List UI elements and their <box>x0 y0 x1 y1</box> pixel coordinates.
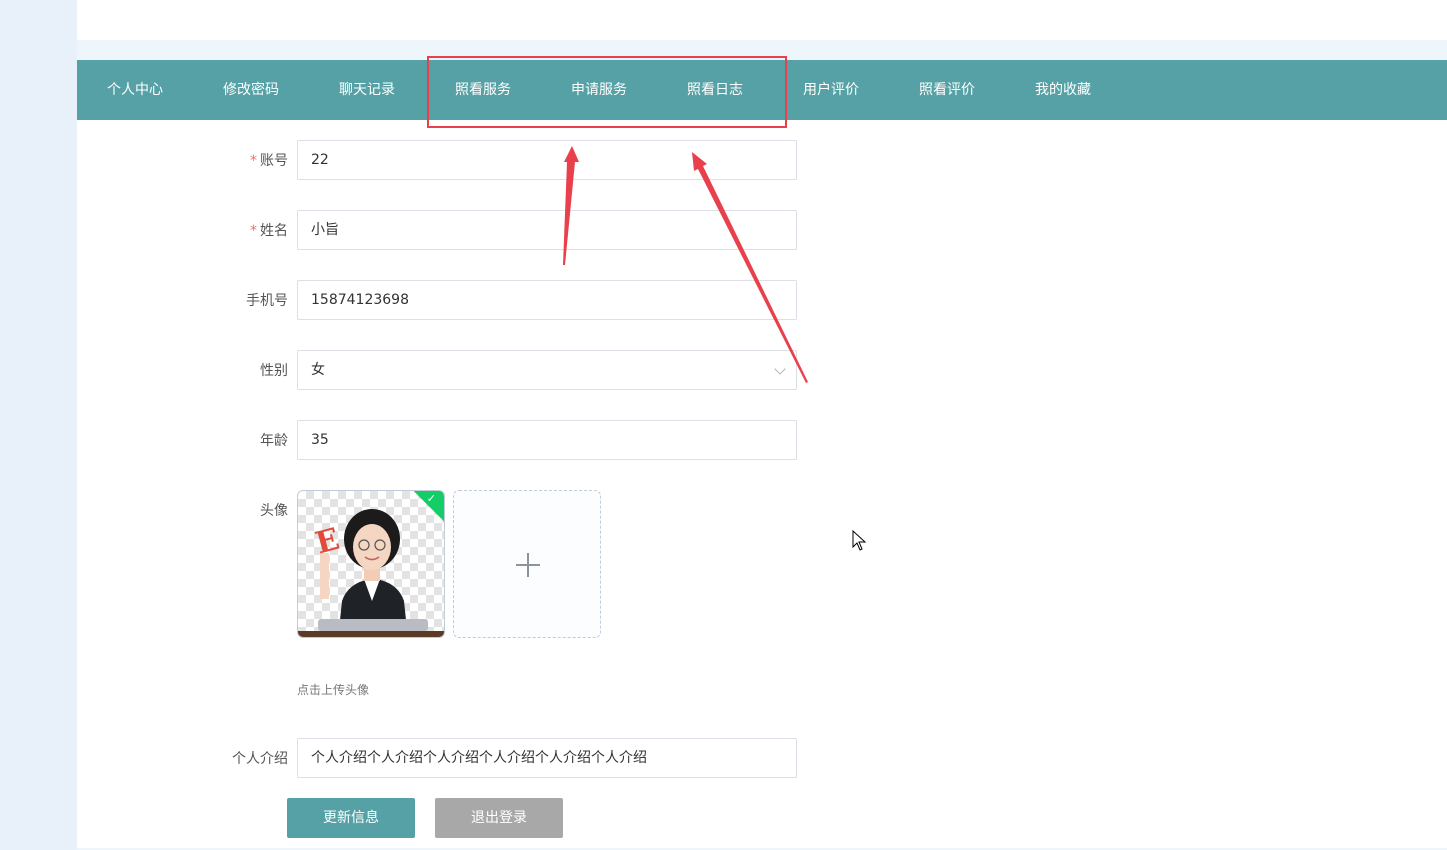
upload-tip: 点击上传头像 <box>297 683 370 697</box>
svg-text:E: E <box>312 522 343 562</box>
nav-item-change-password[interactable]: 修改密码 <box>193 60 309 120</box>
name-label: * 姓名 <box>250 223 288 239</box>
annotation-highlight-box <box>427 56 787 128</box>
intro-label: 个人介绍 <box>232 751 288 767</box>
gender-select[interactable]: 女 <box>297 350 797 390</box>
account-label: * 账号 <box>250 153 288 169</box>
required-mark: * <box>250 153 257 169</box>
left-background-strip <box>0 0 77 850</box>
age-label: 年龄 <box>260 433 288 449</box>
phone-label: 手机号 <box>246 293 288 309</box>
intro-input[interactable]: 个人介绍个人介绍个人介绍个人介绍个人介绍个人介绍 <box>297 738 797 778</box>
update-info-button[interactable]: 更新信息 <box>287 798 415 838</box>
nav-item-personal-center[interactable]: 个人中心 <box>77 60 193 120</box>
avatar-label: 头像 <box>260 503 288 519</box>
avatar-thumbnail[interactable]: E ✓ <box>297 490 445 638</box>
gender-label: 性别 <box>260 363 288 379</box>
avatar-upload-button[interactable] <box>453 490 601 638</box>
phone-input[interactable]: 15874123698 <box>297 280 797 320</box>
nav-item-my-favorites[interactable]: 我的收藏 <box>1005 60 1121 120</box>
nav-item-user-reviews[interactable]: 用户评价 <box>773 60 889 120</box>
chevron-down-icon <box>774 363 786 375</box>
required-mark: * <box>250 223 257 239</box>
name-input[interactable]: 小旨 <box>297 210 797 250</box>
plus-icon <box>516 553 540 577</box>
nav-item-chat-records[interactable]: 聊天记录 <box>309 60 425 120</box>
gender-select-value: 女 <box>311 362 325 378</box>
avatar-photo: E <box>298 509 444 637</box>
check-icon: ✓ <box>426 492 436 505</box>
logout-button[interactable]: 退出登录 <box>435 798 563 838</box>
account-input[interactable]: 22 <box>297 140 797 180</box>
age-input[interactable]: 35 <box>297 420 797 460</box>
nav-item-care-reviews[interactable]: 照看评价 <box>889 60 1005 120</box>
mouse-cursor-icon <box>852 530 867 551</box>
top-header-area <box>77 0 1447 40</box>
